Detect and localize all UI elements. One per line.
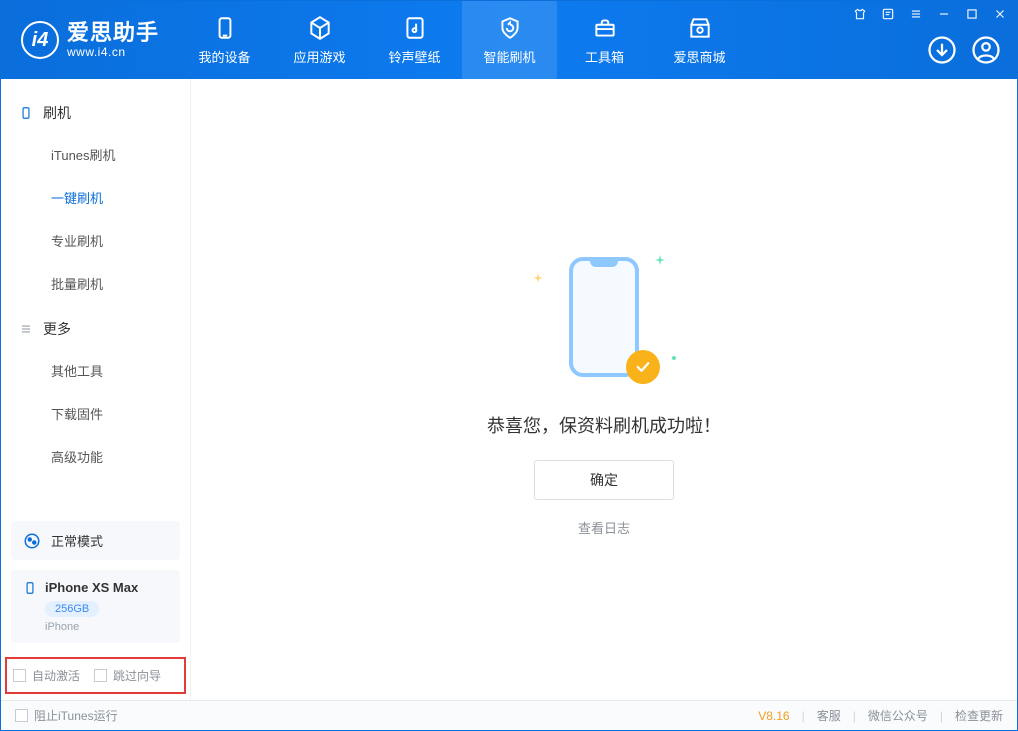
mode-card[interactable]: 正常模式	[11, 521, 180, 560]
nav-my-device[interactable]: 我的设备	[177, 1, 272, 79]
device-icon	[212, 15, 238, 41]
app-name: 爱思助手	[67, 20, 159, 45]
nav-label: 应用游戏	[294, 47, 346, 66]
highlighted-checkbox-row: 自动激活 跳过向导	[5, 657, 186, 694]
device-capacity: 256GB	[45, 601, 99, 617]
success-illustration	[514, 242, 694, 392]
sparkle-icon	[532, 272, 544, 284]
sidebar: 刷机 iTunes刷机 一键刷机 专业刷机 批量刷机 更多 其他工具 下载固件 …	[1, 79, 191, 700]
status-bar: 阻止iTunes运行 V8.16 | 客服 | 微信公众号 | 检查更新	[1, 700, 1017, 730]
nav-smart-flash[interactable]: 智能刷机	[462, 1, 557, 79]
device-type: iPhone	[45, 621, 168, 633]
checkbox-label: 跳过向导	[113, 667, 161, 684]
window-controls	[853, 7, 1007, 21]
check-badge-icon	[626, 350, 660, 384]
wechat-link[interactable]: 微信公众号	[868, 707, 928, 724]
success-message: 恭喜您，保资料刷机成功啦！	[487, 412, 721, 438]
version-label: V8.16	[758, 709, 789, 723]
sidebar-group-flash[interactable]: 刷机	[1, 89, 190, 133]
app-logo[interactable]: i4 爱思助手 www.i4.cn	[1, 1, 177, 79]
sparkle-icon	[654, 254, 666, 266]
content-area: 恭喜您，保资料刷机成功啦！ 确定 查看日志	[191, 79, 1017, 700]
nav-label: 工具箱	[585, 47, 624, 66]
sidebar-item-advanced[interactable]: 高级功能	[1, 435, 190, 478]
download-icon[interactable]	[927, 35, 957, 65]
support-link[interactable]: 客服	[817, 707, 841, 724]
sparkle-icon	[668, 352, 680, 364]
view-log-link[interactable]: 查看日志	[578, 518, 630, 537]
ok-button[interactable]: 确定	[534, 460, 674, 500]
refresh-shield-icon	[497, 15, 523, 41]
nav-toolbox[interactable]: 工具箱	[557, 1, 652, 79]
user-icon[interactable]	[971, 35, 1001, 65]
music-file-icon	[402, 15, 428, 41]
phone-icon	[19, 106, 33, 120]
toolbox-icon	[592, 15, 618, 41]
nav-label: 铃声壁纸	[389, 47, 441, 66]
logo-icon: i4	[21, 21, 59, 59]
close-icon[interactable]	[993, 7, 1007, 21]
nav-label: 爱思商城	[674, 47, 726, 66]
checkbox-block-itunes[interactable]: 阻止iTunes运行	[15, 707, 118, 724]
sidebar-item-download-firmware[interactable]: 下载固件	[1, 392, 190, 435]
mode-icon	[23, 532, 41, 550]
sidebar-item-other-tools[interactable]: 其他工具	[1, 349, 190, 392]
feedback-icon[interactable]	[881, 7, 895, 21]
checkbox-label: 自动激活	[32, 667, 80, 684]
checkbox-icon	[15, 709, 28, 722]
minimize-icon[interactable]	[937, 7, 951, 21]
menu-icon[interactable]	[909, 7, 923, 21]
sidebar-item-batch-flash[interactable]: 批量刷机	[1, 262, 190, 305]
checkbox-label: 阻止iTunes运行	[34, 707, 118, 724]
checkbox-icon	[94, 669, 107, 682]
device-name: iPhone XS Max	[45, 580, 138, 595]
main-area: 刷机 iTunes刷机 一键刷机 专业刷机 批量刷机 更多 其他工具 下载固件 …	[1, 79, 1017, 700]
store-icon	[687, 15, 713, 41]
nav-ringtone-wallpaper[interactable]: 铃声壁纸	[367, 1, 462, 79]
sidebar-bottom: 正常模式 iPhone XS Max 256GB iPhone	[1, 521, 190, 651]
list-icon	[19, 322, 33, 336]
main-nav: 我的设备 应用游戏 铃声壁纸 智能刷机 工具箱 爱思商城	[177, 1, 747, 79]
sidebar-item-pro-flash[interactable]: 专业刷机	[1, 219, 190, 262]
nav-apps-games[interactable]: 应用游戏	[272, 1, 367, 79]
sidebar-item-itunes-flash[interactable]: iTunes刷机	[1, 133, 190, 176]
app-url: www.i4.cn	[67, 46, 159, 60]
nav-store[interactable]: 爱思商城	[652, 1, 747, 79]
sidebar-item-oneclick-flash[interactable]: 一键刷机	[1, 176, 190, 219]
checkbox-icon	[13, 669, 26, 682]
checkbox-skip-guide[interactable]: 跳过向导	[94, 667, 161, 684]
check-update-link[interactable]: 检查更新	[955, 707, 1003, 724]
phone-small-icon	[23, 581, 37, 595]
sidebar-group-more[interactable]: 更多	[1, 305, 190, 349]
mode-label: 正常模式	[51, 531, 103, 550]
device-card[interactable]: iPhone XS Max 256GB iPhone	[11, 570, 180, 643]
maximize-icon[interactable]	[965, 7, 979, 21]
tshirt-icon[interactable]	[853, 7, 867, 21]
nav-label: 我的设备	[199, 47, 251, 66]
checkbox-auto-activate[interactable]: 自动激活	[13, 667, 80, 684]
nav-label: 智能刷机	[484, 47, 536, 66]
cube-icon	[307, 15, 333, 41]
top-right-actions	[927, 35, 1001, 65]
top-bar: i4 爱思助手 www.i4.cn 我的设备 应用游戏 铃声壁纸 智能刷机 工具…	[1, 1, 1017, 79]
